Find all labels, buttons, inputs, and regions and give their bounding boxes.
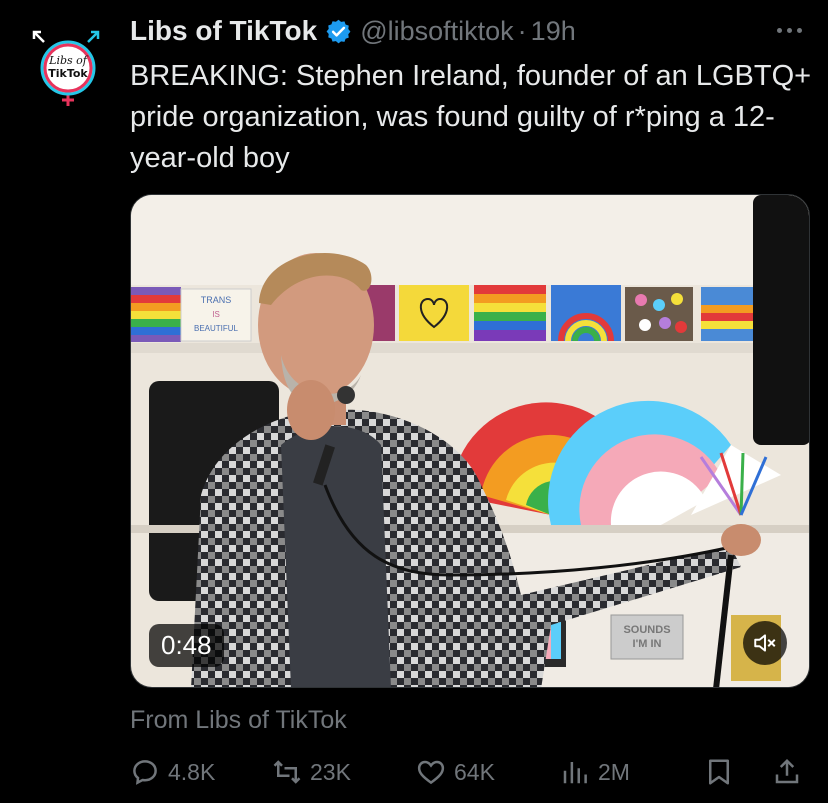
avatar-text-line-1: Libs of <box>48 54 89 67</box>
separator-dot: · <box>517 15 527 46</box>
tweet-actions: 4.8K 23K 64K 2M <box>130 752 810 792</box>
sign-text-beautiful: BEAUTIFUL <box>194 324 239 333</box>
video-duration: 0:48 <box>149 624 224 667</box>
avatar-text-line-2: TikTok <box>48 67 88 80</box>
repost-icon <box>273 760 301 784</box>
views-button[interactable]: 2M <box>560 752 630 792</box>
store-sign-line-1: SOUNDS <box>623 624 670 636</box>
verified-badge-icon[interactable] <box>325 18 352 45</box>
bookmark-icon <box>709 759 729 785</box>
bookmark-button[interactable] <box>704 752 734 792</box>
views-icon <box>563 762 587 784</box>
reply-count: 4.8K <box>168 758 216 785</box>
share-icon <box>775 758 799 784</box>
tweet-header: Libs of TikTok @libsoftiktok · 19h <box>130 14 576 48</box>
like-count: 64K <box>454 758 495 785</box>
like-button[interactable]: 64K <box>416 752 495 792</box>
author-handle[interactable]: @libsoftiktok <box>360 16 513 47</box>
more-icon[interactable] <box>772 18 806 42</box>
mute-icon[interactable] <box>743 621 787 665</box>
author-name[interactable]: Libs of TikTok <box>130 15 317 47</box>
video-frame: TRANS IS BEAUTIFUL SOUNDS I'M IN <box>131 195 809 687</box>
sign-text-is: IS <box>212 310 220 319</box>
post-time[interactable]: 19h <box>531 16 576 47</box>
repost-count: 23K <box>310 758 351 785</box>
repost-button[interactable]: 23K <box>272 752 351 792</box>
tweet-text: BREAKING: Stephen Ireland, founder of an… <box>130 60 812 174</box>
store-sign-line-2: I'M IN <box>633 638 662 650</box>
reply-button[interactable]: 4.8K <box>130 752 215 792</box>
author-avatar[interactable]: Libs of TikTok <box>30 28 104 108</box>
reply-icon <box>133 760 157 785</box>
video-player[interactable]: TRANS IS BEAUTIFUL SOUNDS I'M IN 0:48 <box>130 194 810 688</box>
sign-text-trans: TRANS <box>201 295 232 305</box>
like-icon <box>417 760 445 785</box>
media-attribution[interactable]: From Libs of TikTok <box>130 706 347 735</box>
views-count: 2M <box>598 758 630 785</box>
share-button[interactable] <box>772 752 802 792</box>
avatar-logo-icon: Libs of TikTok <box>32 30 100 106</box>
